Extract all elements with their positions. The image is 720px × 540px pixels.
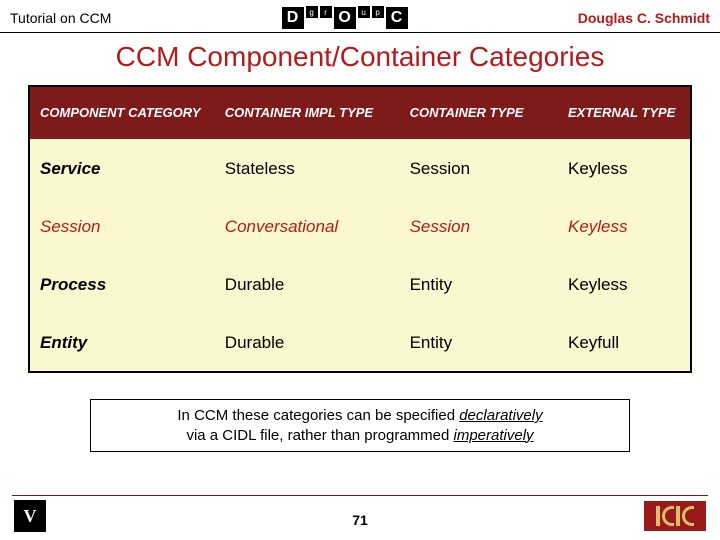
slide-header: Tutorial on CCM D g r O u p C Douglas C.… [0,0,720,33]
footer-separator [12,495,708,496]
note-box: In CCM these categories can be specified… [90,399,630,452]
note-imperatively: imperatively [454,427,534,444]
th-external-type: EXTERNAL TYPE [558,87,690,139]
cell-category: Process [30,256,215,313]
logo-letter-r: r [319,5,333,19]
th-container-impl-type: CONTAINER IMPL TYPE [215,87,400,139]
cell-category: Service [30,140,215,197]
logo-letter-u: u [357,5,371,19]
slide-title: CCM Component/Container Categories [0,41,720,73]
isis-curve-icon [682,506,694,526]
table-row: Process Durable Entity Keyless [30,255,690,313]
cell-external: Keyless [558,256,690,313]
logo-letter-c: C [385,6,409,30]
logo-letter-p: p [371,5,385,19]
table-header-row: COMPONENT CATEGORY CONTAINER IMPL TYPE C… [30,87,690,139]
cell-impl: Stateless [215,140,400,197]
cell-container: Session [400,140,558,197]
cell-external: Keyless [558,198,690,255]
table-row: Entity Durable Entity Keyfull [30,313,690,371]
th-container-type: CONTAINER TYPE [400,87,558,139]
cell-external: Keyless [558,140,690,197]
isis-curve-icon [662,506,674,526]
cell-category: Entity [30,314,215,371]
isis-bar-icon [656,506,660,526]
cell-category: Session [30,198,215,255]
categories-table: COMPONENT CATEGORY CONTAINER IMPL TYPE C… [28,85,692,373]
cell-container: Entity [400,314,558,371]
cell-impl: Durable [215,256,400,313]
table-row: Session Conversational Session Keyless [30,197,690,255]
cell-impl: Conversational [215,198,400,255]
vanderbilt-logo-icon: V [14,500,46,532]
note-mid: via a CIDL file, rather than programmed [186,427,453,444]
note-declaratively: declaratively [459,407,542,424]
header-right-author: Douglas C. Schmidt [578,10,710,26]
cell-impl: Durable [215,314,400,371]
slide-footer: V [0,500,720,532]
logo-letter-g: g [305,5,319,19]
logo-letter-o: O [333,6,357,30]
logo-letter-d: D [281,6,305,30]
th-component-category: COMPONENT CATEGORY [30,87,215,139]
table-row: Service Stateless Session Keyless [30,139,690,197]
doc-group-logo: D g r O u p C [281,6,409,30]
header-left-text: Tutorial on CCM [10,10,111,26]
cell-external: Keyfull [558,314,690,371]
cell-container: Session [400,198,558,255]
cell-container: Entity [400,256,558,313]
isis-logo-icon [644,501,706,531]
note-pre: In CCM these categories can be specified [177,407,459,424]
isis-bar-icon [676,506,680,526]
